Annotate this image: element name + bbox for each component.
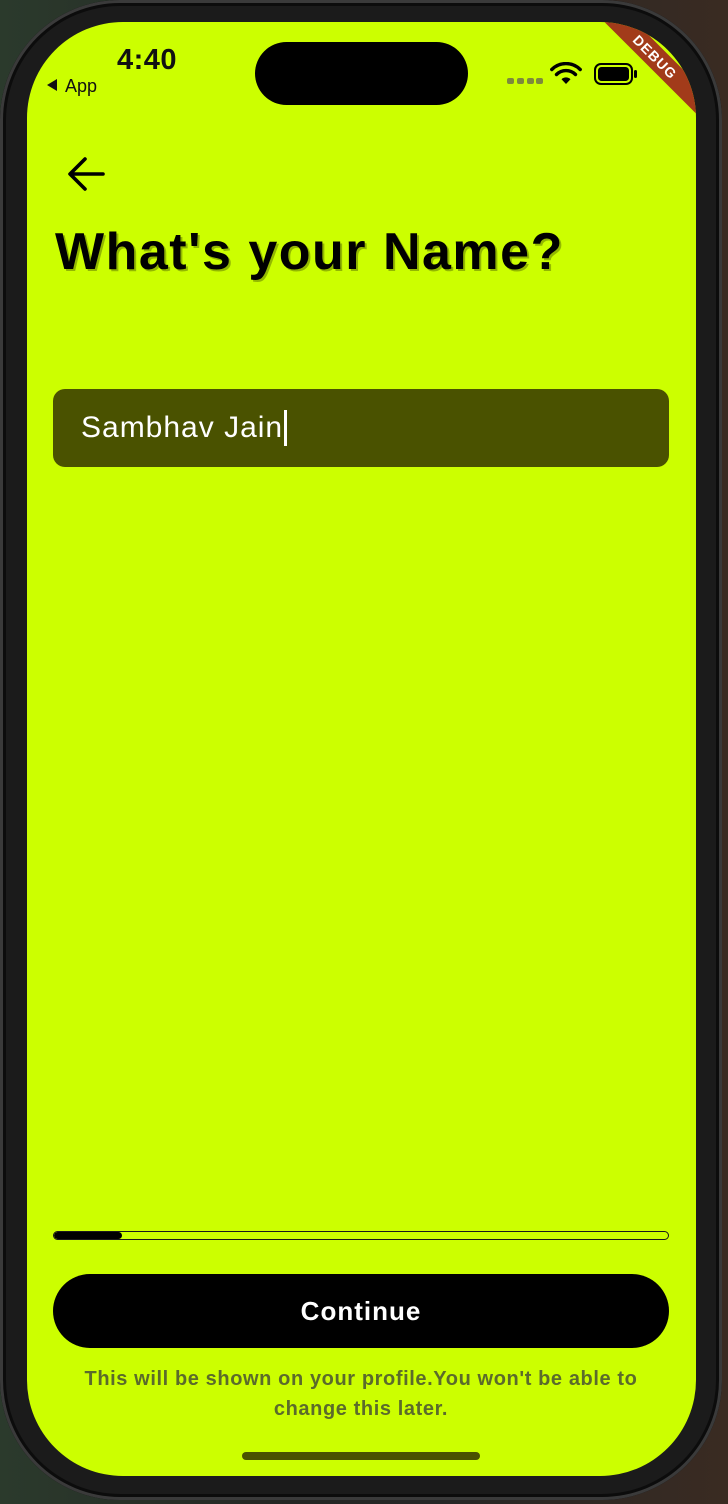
device-backdrop: 4:40 App DEBUG What's your Name? Sambhav… (0, 0, 728, 1504)
home-indicator[interactable] (242, 1452, 480, 1460)
text-cursor (284, 410, 288, 446)
name-input[interactable]: Sambhav Jain (53, 389, 669, 467)
profile-visibility-note: This will be shown on your profile.You w… (84, 1368, 638, 1420)
battery-icon (594, 63, 637, 85)
status-time: 4:40 (117, 44, 178, 76)
progress-fill (54, 1232, 122, 1239)
dynamic-island (255, 42, 468, 105)
app-screen: 4:40 App DEBUG What's your Name? Sambhav… (27, 22, 696, 1476)
continue-button[interactable]: Continue (53, 1274, 669, 1348)
onboarding-progress-bar (53, 1231, 669, 1240)
phone-frame: 4:40 App DEBUG What's your Name? Sambhav… (0, 0, 722, 1500)
status-back-label: App (65, 76, 98, 96)
name-input-value[interactable]: Sambhav Jain (81, 411, 283, 445)
cellular-signal-icon (507, 78, 543, 84)
back-arrow-icon[interactable] (61, 148, 113, 200)
wifi-icon (550, 62, 582, 84)
status-back-to-app[interactable]: App (47, 76, 97, 97)
back-triangle-icon (47, 79, 57, 91)
page-title: What's your Name? (55, 223, 564, 281)
